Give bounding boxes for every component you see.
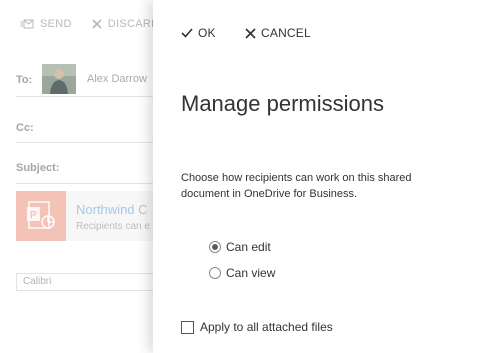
apply-all-label: Apply to all attached files (200, 320, 333, 334)
apply-all-checkbox-row[interactable]: Apply to all attached files (181, 320, 333, 334)
radio-can-edit[interactable]: Can edit (209, 240, 271, 254)
discard-label: DISCARD (107, 18, 160, 30)
cc-label: Cc: (16, 122, 34, 134)
discard-button[interactable]: DISCARD (92, 18, 160, 30)
to-label: To: (16, 74, 33, 86)
apply-all-checkbox[interactable] (181, 320, 194, 334)
close-icon (245, 27, 256, 39)
send-icon (20, 19, 34, 29)
attachment-card[interactable]: P Northwind C Recipients can e (16, 191, 162, 241)
subject-field[interactable]: Subject: (16, 155, 162, 184)
radio-button-selected[interactable] (209, 241, 221, 253)
send-button[interactable]: SEND (20, 18, 72, 30)
compose-pane: SEND DISCARD To: Alex Darrow Cc: Subject… (0, 0, 162, 353)
checkmark-icon (181, 28, 193, 38)
attachment-name[interactable]: Northwind C (76, 202, 148, 217)
avatar (42, 64, 76, 94)
permissions-description: Choose how recipients can work on this s… (181, 172, 412, 200)
manage-permissions-panel: OK CANCEL Manage permissions Choose how … (153, 0, 490, 353)
radio-button[interactable] (209, 267, 221, 279)
font-selector[interactable]: Calibri (16, 273, 162, 291)
ok-button[interactable]: OK (181, 26, 216, 40)
send-label: SEND (40, 18, 72, 30)
can-edit-label: Can edit (226, 240, 271, 254)
ok-label: OK (198, 26, 216, 40)
to-field[interactable]: To: Alex Darrow (16, 62, 162, 97)
page-title: Manage permissions (181, 91, 384, 116)
subject-label: Subject: (16, 162, 60, 174)
powerpoint-file-icon: P (16, 191, 66, 241)
attachment-subtitle: Recipients can e (76, 221, 150, 232)
close-icon (92, 19, 102, 29)
recipient-name[interactable]: Alex Darrow (87, 73, 147, 85)
cc-field[interactable]: Cc: (16, 114, 162, 143)
can-view-label: Can view (226, 266, 276, 280)
svg-text:P: P (30, 210, 37, 221)
cancel-label: CANCEL (261, 26, 311, 40)
cancel-button[interactable]: CANCEL (245, 26, 311, 40)
radio-can-view[interactable]: Can view (209, 266, 275, 280)
